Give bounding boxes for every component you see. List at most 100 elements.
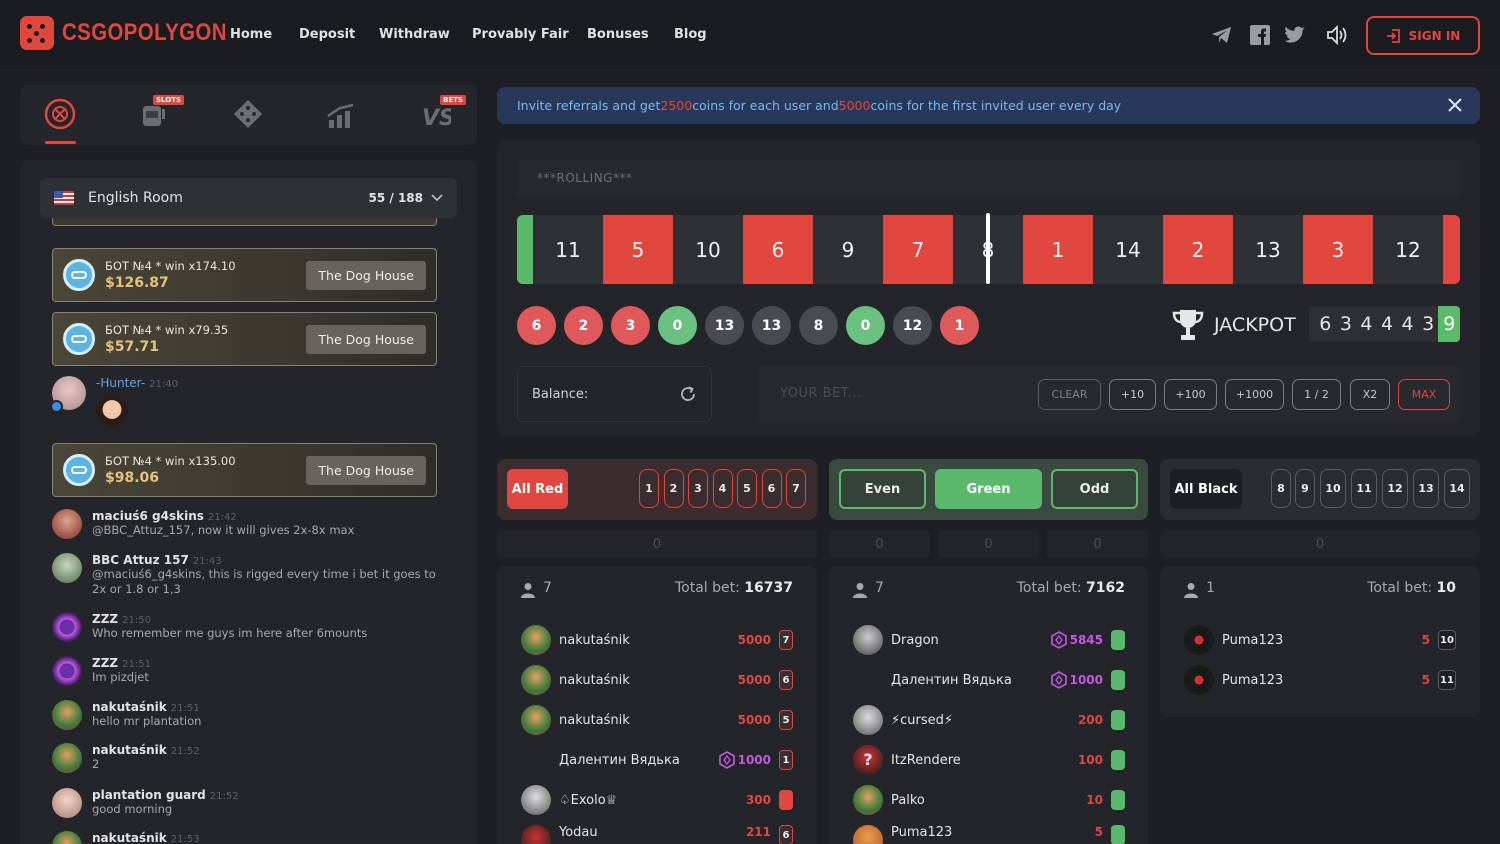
username[interactable]: ZZZ: [92, 612, 118, 626]
bet-all-black-button[interactable]: All Black: [1170, 469, 1242, 509]
player-name[interactable]: Далентин Вядька: [559, 753, 718, 768]
bet-green-button[interactable]: Green: [935, 469, 1042, 509]
player-avatar[interactable]: [521, 745, 551, 775]
user-avatar[interactable]: [52, 656, 82, 686]
bet-even-button[interactable]: Even: [839, 469, 926, 509]
bet-row: Далентин Вядька 1000: [853, 660, 1125, 700]
close-icon[interactable]: [1448, 96, 1462, 117]
bet-number-button[interactable]: 4: [712, 469, 733, 508]
bet-number-button[interactable]: 7: [786, 469, 806, 508]
user-avatar[interactable]: [52, 612, 82, 642]
bet-number-button[interactable]: 13: [1413, 469, 1439, 508]
tab-slots[interactable]: SLOTS: [137, 95, 185, 130]
bet-number-button[interactable]: 8: [1271, 469, 1291, 508]
player-avatar[interactable]: [521, 705, 551, 735]
max-button[interactable]: MAX: [1398, 379, 1450, 410]
bet-number-button[interactable]: 14: [1444, 469, 1470, 508]
player-name[interactable]: ⚡cursed⚡: [891, 713, 1078, 728]
telegram-icon[interactable]: [1211, 24, 1233, 46]
player-name[interactable]: ItzRendere: [891, 753, 1078, 768]
bet-all-red-button[interactable]: All Red: [507, 469, 568, 509]
facebook-icon[interactable]: [1249, 24, 1271, 46]
sound-icon[interactable]: [1326, 24, 1348, 46]
nav-home[interactable]: Home: [230, 27, 272, 42]
nav-withdraw[interactable]: Withdraw: [379, 27, 450, 42]
user-avatar[interactable]: [50, 376, 86, 413]
username[interactable]: ZZZ: [92, 656, 118, 670]
win-game-button[interactable]: The Dog House: [306, 324, 426, 354]
clear-button[interactable]: CLEAR: [1038, 379, 1101, 410]
player-name[interactable]: Dragon: [891, 633, 1050, 648]
player-name[interactable]: Puma123: [891, 825, 1095, 840]
user-avatar[interactable]: [52, 509, 82, 539]
jackpot-label: JACKPOT: [1214, 314, 1296, 336]
half-button[interactable]: 1 / 2: [1292, 379, 1341, 410]
username[interactable]: nakutaśnik: [92, 700, 167, 714]
username[interactable]: nakutaśnik: [92, 743, 167, 757]
roulette-cell: 2: [1163, 215, 1233, 284]
bet-number-button[interactable]: 1: [639, 469, 659, 508]
site-logo[interactable]: CSGOPOLYGON: [20, 16, 256, 50]
bet-number-button[interactable]: 3: [688, 469, 708, 508]
bet-number-button[interactable]: 9: [1295, 469, 1315, 508]
win-game-button[interactable]: The Dog House: [306, 455, 426, 485]
player-avatar[interactable]: [521, 665, 551, 695]
bet-odd-button[interactable]: Odd: [1051, 469, 1138, 509]
plus-1000-button[interactable]: +1000: [1225, 379, 1284, 410]
nav-bonuses[interactable]: Bonuses: [587, 27, 649, 42]
player-avatar[interactable]: [853, 665, 883, 695]
username[interactable]: nakutaśnik: [92, 831, 167, 844]
player-name[interactable]: Puma123: [1222, 673, 1422, 688]
bet-color-chip: 6: [779, 670, 793, 690]
nav-blog[interactable]: Blog: [674, 27, 707, 42]
chat-message: BBC Attuz 157 21:43 @maciuś6_g4skins, this…: [52, 553, 442, 597]
player-avatar[interactable]: [853, 785, 883, 815]
user-avatar[interactable]: [52, 831, 82, 844]
tab-crash[interactable]: [325, 100, 357, 132]
bet-number-button[interactable]: 6: [761, 469, 782, 508]
bet-number-button[interactable]: 11: [1351, 469, 1377, 508]
tab-dice[interactable]: [232, 98, 264, 130]
refresh-icon[interactable]: [679, 385, 697, 403]
user-avatar[interactable]: [52, 743, 82, 773]
double-button[interactable]: X2: [1350, 379, 1390, 410]
user-avatar[interactable]: [52, 553, 82, 583]
tab-roulette[interactable]: [44, 98, 76, 130]
twitter-icon[interactable]: [1284, 24, 1306, 46]
player-avatar[interactable]: [521, 785, 551, 815]
player-avatar[interactable]: ?: [853, 745, 883, 775]
username[interactable]: maciuś6 g4skins: [92, 509, 204, 523]
player-avatar[interactable]: [521, 825, 551, 844]
bet-number-button[interactable]: 2: [663, 469, 684, 508]
tab-versus-bets[interactable]: VS BETS: [420, 95, 466, 130]
player-name[interactable]: Puma123: [1222, 633, 1422, 648]
bet-number-button[interactable]: 10: [1320, 469, 1346, 508]
username[interactable]: plantation guard: [92, 788, 206, 802]
nav-provably-fair[interactable]: Provably Fair: [472, 27, 569, 42]
chat-room-selector[interactable]: English Room 55 / 188: [40, 178, 457, 218]
bet-number-button[interactable]: 12: [1382, 469, 1408, 508]
player-name[interactable]: nakutaśnik: [559, 673, 738, 688]
nav-deposit[interactable]: Deposit: [299, 27, 355, 42]
sign-in-button[interactable]: SIGN IN: [1366, 16, 1480, 55]
username[interactable]: BBC Attuz 157: [92, 553, 189, 567]
bet-number-button[interactable]: 5: [737, 469, 757, 508]
plus-100-button[interactable]: +100: [1164, 379, 1217, 410]
player-name[interactable]: Palko: [891, 793, 1086, 808]
player-avatar[interactable]: [853, 625, 883, 655]
player-avatar[interactable]: [521, 625, 551, 655]
player-name[interactable]: Далентин Вядька: [891, 673, 1050, 688]
player-name[interactable]: nakutaśnik: [559, 633, 738, 648]
player-avatar[interactable]: [1184, 665, 1214, 695]
player-name[interactable]: nakutaśnik: [559, 713, 738, 728]
player-name[interactable]: Yodau: [559, 825, 746, 840]
user-avatar[interactable]: [52, 788, 82, 818]
player-name[interactable]: ♤Exolo♕: [559, 793, 746, 808]
user-avatar[interactable]: [52, 700, 82, 730]
player-avatar[interactable]: [853, 825, 883, 844]
player-avatar[interactable]: [1184, 625, 1214, 655]
plus-10-button[interactable]: +10: [1109, 379, 1156, 410]
win-game-button[interactable]: The Dog House: [306, 260, 426, 290]
username[interactable]: -Hunter-: [96, 376, 145, 390]
player-avatar[interactable]: [853, 705, 883, 735]
